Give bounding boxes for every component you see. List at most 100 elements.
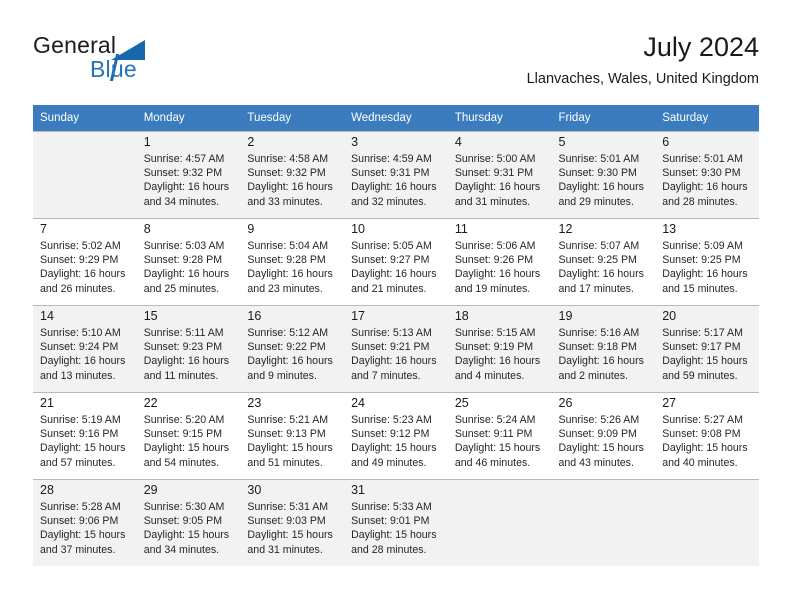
calendar-day-cell[interactable]: 27 Sunrise: 5:27 AM Sunset: 9:08 PM Dayligh… [655, 392, 759, 479]
day-daylight2-text: and 28 minutes. [662, 195, 738, 208]
calendar-day-cell[interactable]: 20 Sunrise: 5:17 AM Sunset: 9:17 PM Dayligh… [655, 305, 759, 392]
calendar-day-cell[interactable]: 25 Sunrise: 5:24 AM Sunset: 9:11 PM Dayligh… [447, 392, 552, 479]
calendar-week-row: 1 Sunrise: 4:57 AM Sunset: 9:32 PM Daylight… [33, 131, 759, 218]
day-daylight2-text: and 29 minutes. [558, 195, 634, 208]
day-details: Sunrise: 5:10 AM Sunset: 9:24 PM Daylight:… [40, 326, 131, 383]
calendar-day-cell[interactable]: 1 Sunrise: 4:57 AM Sunset: 9:32 PM Daylight… [136, 131, 241, 218]
day-details: Sunrise: 5:09 AM Sunset: 9:25 PM Daylight:… [662, 239, 753, 296]
calendar-day-cell[interactable]: 19 Sunrise: 5:16 AM Sunset: 9:18 PM Dayligh… [551, 305, 656, 392]
day-sunset-text: Sunset: 9:17 PM [662, 341, 741, 354]
day-number: 28 [40, 483, 54, 497]
calendar-day-cell[interactable]: 14 Sunrise: 5:10 AM Sunset: 9:24 PM Dayligh… [33, 305, 137, 392]
day-details: Sunrise: 5:17 AM Sunset: 9:17 PM Daylight:… [662, 326, 753, 383]
day-daylight2-text: and 11 minutes. [143, 369, 219, 382]
day-daylight1-text: Daylight: 15 hours [247, 442, 333, 455]
calendar-day-cell[interactable]: 22 Sunrise: 5:20 AM Sunset: 9:15 PM Dayligh… [136, 392, 241, 479]
day-sunset-text: Sunset: 9:22 PM [247, 341, 326, 354]
day-details: Sunrise: 5:04 AM Sunset: 9:28 PM Daylight:… [247, 239, 338, 296]
day-sunset-text: Sunset: 9:24 PM [40, 341, 119, 354]
day-details: Sunrise: 5:06 AM Sunset: 9:26 PM Daylight:… [455, 239, 546, 296]
day-details: Sunrise: 4:59 AM Sunset: 9:31 PM Daylight:… [351, 152, 442, 209]
calendar-day-cell[interactable]: 16 Sunrise: 5:12 AM Sunset: 9:22 PM Dayligh… [240, 305, 345, 392]
day-sunrise-text: Sunrise: 5:27 AM [662, 414, 743, 426]
calendar-day-cell[interactable]: 5 Sunrise: 5:01 AM Sunset: 9:30 PM Daylight… [551, 131, 656, 218]
calendar-day-cell[interactable]: 18 Sunrise: 5:15 AM Sunset: 9:19 PM Dayligh… [447, 305, 552, 392]
day-details: Sunrise: 4:58 AM Sunset: 9:32 PM Daylight:… [247, 152, 338, 209]
day-sunset-text: Sunset: 9:25 PM [558, 254, 637, 267]
day-details: Sunrise: 5:27 AM Sunset: 9:08 PM Daylight:… [662, 413, 753, 470]
calendar-day-cell[interactable]: 26 Sunrise: 5:26 AM Sunset: 9:09 PM Dayligh… [551, 392, 656, 479]
day-daylight1-text: Daylight: 15 hours [247, 529, 333, 542]
weekday-header-tuesday: Tuesday [240, 105, 345, 131]
day-sunset-text: Sunset: 9:30 PM [662, 167, 741, 180]
day-details: Sunrise: 5:00 AM Sunset: 9:31 PM Daylight:… [455, 152, 546, 209]
day-number: 4 [454, 135, 462, 149]
calendar-day-cell[interactable]: 13 Sunrise: 5:09 AM Sunset: 9:25 PM Dayligh… [655, 218, 759, 305]
day-sunset-text: Sunset: 9:13 PM [247, 428, 326, 441]
calendar-day-cell[interactable]: 29 Sunrise: 5:30 AM Sunset: 9:05 PM Dayligh… [136, 479, 241, 566]
calendar-day-cell[interactable]: 11 Sunrise: 5:06 AM Sunset: 9:26 PM Dayligh… [447, 218, 552, 305]
day-number: 5 [558, 135, 566, 149]
day-daylight1-text: Daylight: 16 hours [454, 355, 541, 368]
day-daylight1-text: Daylight: 16 hours [247, 181, 333, 194]
day-sunrise-text: Sunrise: 5:00 AM [454, 153, 536, 165]
calendar-day-cell[interactable]: 31 Sunrise: 5:33 AM Sunset: 9:01 PM Dayligh… [344, 479, 448, 566]
day-sunrise-text: Sunrise: 5:04 AM [247, 240, 329, 252]
brand-name-general: General [33, 32, 117, 58]
day-number: 2 [247, 135, 255, 149]
day-details: Sunrise: 5:23 AM Sunset: 9:12 PM Daylight:… [351, 413, 442, 470]
day-details: Sunrise: 5:01 AM Sunset: 9:30 PM Daylight:… [662, 152, 753, 209]
day-daylight2-text: and 34 minutes. [143, 543, 220, 556]
day-daylight1-text: Daylight: 16 hours [247, 355, 333, 368]
day-sunset-text: Sunset: 9:29 PM [40, 254, 119, 267]
calendar-page: General Blue July 2024 Llanvaches, Wales… [0, 0, 792, 612]
day-number: 10 [351, 222, 366, 236]
day-sunset-text: Sunset: 9:30 PM [558, 167, 637, 180]
day-sunrise-text: Sunrise: 5:07 AM [558, 240, 640, 252]
calendar-day-cell[interactable]: 15 Sunrise: 5:11 AM Sunset: 9:23 PM Dayligh… [136, 305, 241, 392]
day-daylight2-text: and 21 minutes. [351, 282, 427, 295]
calendar-day-cell[interactable]: 3 Sunrise: 4:59 AM Sunset: 9:31 PM Daylight… [344, 131, 448, 218]
location-subtitle: Llanvaches, Wales, United Kingdom [526, 71, 759, 87]
day-number: 24 [351, 396, 366, 410]
day-daylight2-text: and 4 minutes. [454, 369, 525, 382]
day-daylight2-text: and 43 minutes. [558, 456, 634, 469]
calendar-day-cell[interactable]: 17 Sunrise: 5:13 AM Sunset: 9:21 PM Dayligh… [344, 305, 448, 392]
day-details: Sunrise: 5:19 AM Sunset: 9:16 PM Daylight:… [40, 413, 131, 470]
day-daylight2-text: and 13 minutes. [40, 369, 116, 382]
day-details: Sunrise: 5:33 AM Sunset: 9:01 PM Daylight:… [351, 500, 442, 557]
calendar-day-cell[interactable]: 6 Sunrise: 5:01 AM Sunset: 9:30 PM Daylight… [655, 131, 759, 218]
calendar-grid: Sunday Monday Tuesday Wednesday Thursday… [33, 105, 759, 566]
calendar-day-cell[interactable]: 10 Sunrise: 5:05 AM Sunset: 9:27 PM Dayligh… [344, 218, 448, 305]
calendar-day-cell[interactable]: 12 Sunrise: 5:07 AM Sunset: 9:25 PM Dayligh… [551, 218, 656, 305]
day-number: 1 [143, 135, 151, 149]
day-sunset-text: Sunset: 9:03 PM [247, 515, 326, 528]
calendar-day-cell[interactable]: 7 Sunrise: 5:02 AM Sunset: 9:29 PM Daylight… [33, 218, 137, 305]
day-number: 11 [454, 222, 468, 236]
calendar-day-cell[interactable]: 23 Sunrise: 5:21 AM Sunset: 9:13 PM Dayligh… [240, 392, 345, 479]
calendar-week-row: 21 Sunrise: 5:19 AM Sunset: 9:16 PM Dayligh… [33, 392, 759, 479]
day-daylight1-text: Daylight: 16 hours [662, 181, 748, 194]
title-block: July 2024 Llanvaches, Wales, United King… [527, 30, 759, 90]
day-daylight2-text: and 32 minutes. [351, 195, 427, 208]
day-number: 6 [662, 135, 670, 149]
calendar-day-cell[interactable]: 28 Sunrise: 5:28 AM Sunset: 9:06 PM Dayligh… [33, 479, 137, 566]
calendar-day-cell[interactable]: 21 Sunrise: 5:19 AM Sunset: 9:16 PM Dayligh… [33, 392, 137, 479]
day-details: Sunrise: 5:11 AM Sunset: 9:23 PM Daylight:… [144, 326, 235, 383]
calendar-day-cell[interactable]: 2 Sunrise: 4:58 AM Sunset: 9:32 PM Daylight… [240, 131, 345, 218]
day-sunset-text: Sunset: 9:31 PM [454, 167, 534, 180]
calendar-day-cell[interactable]: 8 Sunrise: 5:03 AM Sunset: 9:28 PM Daylight… [136, 218, 241, 305]
weekday-header-wednesday: Wednesday [344, 105, 448, 131]
day-daylight1-text: Daylight: 16 hours [351, 268, 437, 281]
day-sunrise-text: Sunrise: 5:01 AM [662, 153, 743, 165]
day-daylight2-text: and 19 minutes. [454, 282, 531, 295]
day-number: 19 [558, 309, 573, 323]
day-daylight2-text: and 40 minutes. [662, 456, 738, 469]
calendar-day-cell[interactable]: 9 Sunrise: 5:04 AM Sunset: 9:28 PM Daylight… [240, 218, 345, 305]
day-sunset-text: Sunset: 9:16 PM [40, 428, 119, 441]
day-sunset-text: Sunset: 9:27 PM [351, 254, 430, 267]
calendar-day-cell[interactable]: 24 Sunrise: 5:23 AM Sunset: 9:12 PM Dayligh… [344, 392, 448, 479]
brand-logo[interactable]: General Blue [33, 32, 243, 90]
calendar-day-cell[interactable]: 4 Sunrise: 5:00 AM Sunset: 9:31 PM Daylight… [447, 131, 552, 218]
calendar-day-cell[interactable]: 30 Sunrise: 5:31 AM Sunset: 9:03 PM Dayligh… [240, 479, 345, 566]
